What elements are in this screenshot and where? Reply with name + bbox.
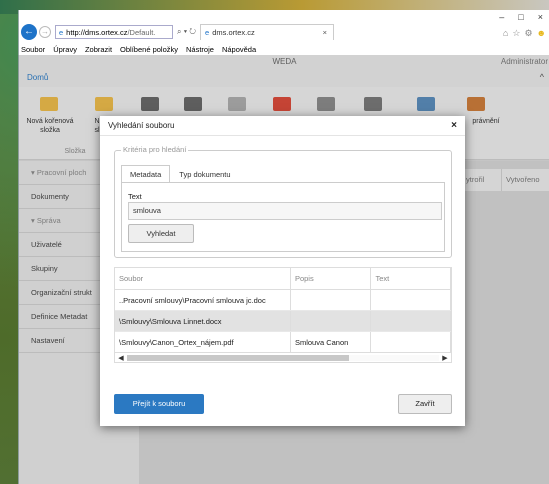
navigation-row: ← → e http://dms.ortex.cz /Default. ⌕ ▾ … xyxy=(19,22,549,42)
dialog-header: Vyhledání souboru × xyxy=(100,116,465,136)
tab-document-type[interactable]: Typ dokumentu xyxy=(170,165,239,183)
table-row[interactable]: \Smlouvy\Canon_Ortex_nájem.pdf Smlouva C… xyxy=(115,332,451,353)
maximize-button[interactable]: □ xyxy=(518,12,523,22)
window-controls: – □ × xyxy=(499,12,543,22)
menu-edit[interactable]: Úpravy xyxy=(53,45,77,54)
table-row-selected[interactable]: \Smlouvy\Smlouva Linnet.docx xyxy=(115,311,451,332)
results-header: Soubor Popis Text xyxy=(115,268,451,290)
search-criteria-fieldset: Kritéria pro hledání Metadata Typ dokume… xyxy=(114,145,452,258)
minimize-button[interactable]: – xyxy=(499,12,504,22)
menu-bar: Soubor Úpravy Zobrazit Oblíbené položky … xyxy=(19,43,549,55)
favorites-star-icon[interactable]: ☆ xyxy=(512,28,520,39)
table-row[interactable]: ..Pracovní smlouvy\Pracovní smlouva jc.d… xyxy=(115,290,451,311)
column-header-file[interactable]: Soubor xyxy=(115,268,291,289)
ie-icon: e xyxy=(59,27,64,37)
cell-file: \Smlouvy\Smlouva Linnet.docx xyxy=(115,311,291,331)
scroll-track[interactable] xyxy=(127,354,439,361)
scroll-thumb[interactable] xyxy=(127,354,349,361)
dialog-close-icon[interactable]: × xyxy=(451,116,457,136)
cell-text xyxy=(371,290,451,310)
text-field-label: Text xyxy=(128,192,142,201)
address-path: /Default. xyxy=(127,27,156,37)
scroll-left-icon[interactable]: ◀ xyxy=(115,354,127,362)
tab-metadata[interactable]: Metadata xyxy=(121,165,171,183)
browser-tab[interactable]: e dms.ortex.cz × xyxy=(200,24,335,40)
results-table: Soubor Popis Text ..Pracovní smlouvy\Pra… xyxy=(114,267,452,363)
home-icon[interactable]: ⌂ xyxy=(503,28,508,39)
column-header-text[interactable]: Text xyxy=(371,268,451,289)
menu-tools[interactable]: Nástroje xyxy=(186,45,214,54)
scroll-right-icon[interactable]: ▶ xyxy=(439,354,451,362)
menu-view[interactable]: Zobrazit xyxy=(85,45,112,54)
tab-close-icon[interactable]: × xyxy=(323,28,327,37)
go-to-file-button[interactable]: Přejít k souboru xyxy=(114,394,204,414)
forward-button[interactable]: → xyxy=(39,26,51,38)
address-actions[interactable]: ⌕ ▾ ↻ xyxy=(177,27,196,37)
feedback-smiley-icon[interactable]: ☻ xyxy=(537,28,546,39)
browser-toolbar-icons: ⌂ ☆ ⚙ ☻ xyxy=(503,28,546,39)
menu-favorites[interactable]: Oblíbené položky xyxy=(120,45,178,54)
cell-description xyxy=(291,290,372,310)
file-search-dialog: Vyhledání souboru × Kritéria pro hledání… xyxy=(100,116,465,426)
horizontal-scrollbar[interactable]: ◀ ▶ xyxy=(115,352,451,362)
cell-description xyxy=(291,311,372,331)
back-button[interactable]: ← xyxy=(21,24,37,40)
dialog-title: Vyhledání souboru xyxy=(108,121,175,130)
criteria-tabs: Metadata Typ dokumentu xyxy=(121,165,240,183)
cell-description: Smlouva Canon xyxy=(291,332,372,352)
address-host: http://dms.ortex.cz xyxy=(66,27,128,37)
cell-file: \Smlouvy\Canon_Ortex_nájem.pdf xyxy=(115,332,291,352)
settings-gear-icon[interactable]: ⚙ xyxy=(524,28,532,39)
tab-title: dms.ortex.cz xyxy=(212,28,255,37)
menu-file[interactable]: Soubor xyxy=(21,45,45,54)
cell-text xyxy=(371,311,451,331)
close-button[interactable]: Zavřít xyxy=(398,394,452,414)
column-header-description[interactable]: Popis xyxy=(291,268,372,289)
tab-favicon-icon: e xyxy=(205,28,210,37)
cell-file: ..Pracovní smlouvy\Pracovní smlouva jc.d… xyxy=(115,290,291,310)
menu-help[interactable]: Nápověda xyxy=(222,45,256,54)
search-button[interactable]: Vyhledat xyxy=(128,224,194,243)
metadata-panel: Text smlouva Vyhledat xyxy=(121,182,445,252)
close-window-button[interactable]: × xyxy=(538,12,543,22)
cell-text xyxy=(371,332,451,352)
address-bar[interactable]: e http://dms.ortex.cz /Default. xyxy=(55,25,173,39)
criteria-legend: Kritéria pro hledání xyxy=(121,145,189,154)
text-search-input[interactable]: smlouva xyxy=(128,202,442,220)
